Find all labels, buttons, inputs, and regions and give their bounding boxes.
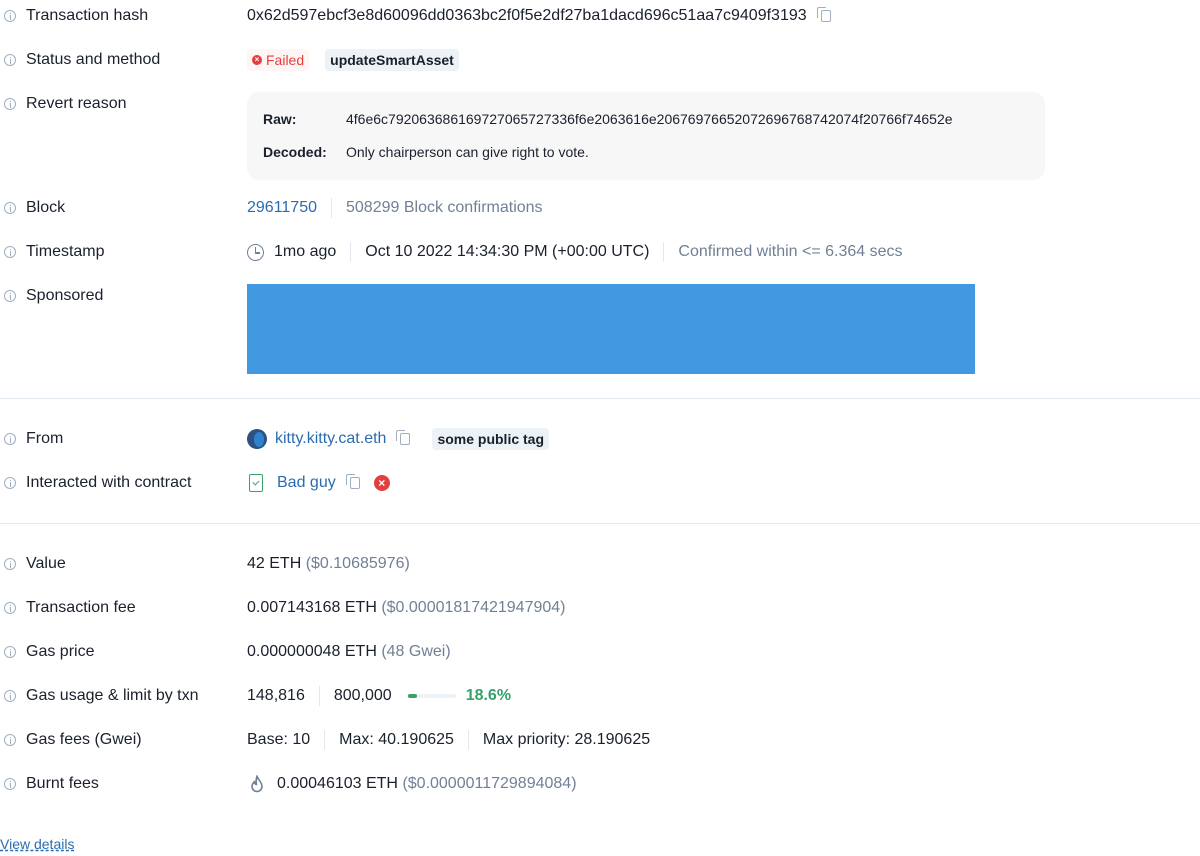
info-icon[interactable] [4,290,16,302]
info-icon[interactable] [4,558,16,570]
info-icon[interactable] [4,778,16,790]
divider [350,242,352,262]
error-icon: × [252,55,262,65]
info-icon[interactable] [4,646,16,658]
info-icon[interactable] [4,477,16,489]
gas-usage-percent: 18.6% [465,687,512,704]
label-timestamp: Timestamp [26,243,105,260]
gas-usage-progress-fill [407,694,417,698]
status-badge: × Failed [247,49,310,71]
gas-fee-priority: Max priority: 28.190625 [482,731,651,748]
value-usd: ($0.10685976) [305,555,410,572]
divider [324,730,326,750]
label-from: From [26,430,64,447]
revert-raw-line: Raw: 4f6e6c792063686169727065727336f6e20… [263,109,953,129]
revert-decoded-line: Decoded: Only chairperson can give right… [263,142,589,162]
label-burnt-fees: Burnt fees [26,775,99,792]
value-amount: 42 ETH [247,555,302,572]
gas-used: 148,816 [247,687,305,704]
divider [467,730,469,750]
info-icon[interactable] [4,10,16,22]
label-status-method: Status and method [26,51,161,68]
label-transaction-fee: Transaction fee [26,599,136,616]
gas-fee-base: Base: 10 [247,731,311,748]
ad-banner[interactable] [247,284,975,374]
info-icon[interactable] [4,433,16,445]
info-icon[interactable] [4,690,16,702]
transaction-hash-value: 0x62d597ebcf3e8d60096dd0363bc2f0f5e2df27… [247,7,807,24]
divider [663,242,665,262]
copy-icon[interactable] [345,474,360,489]
divider [318,686,320,706]
revert-reason-box: Raw: 4f6e6c792063686169727065727336f6e20… [247,92,1045,180]
from-address-link[interactable]: kitty.kitty.cat.eth [275,430,386,448]
contract-link[interactable]: Bad guy [277,474,336,492]
info-icon[interactable] [4,54,16,66]
method-tag: updateSmartAsset [325,49,459,71]
burnt-amount: 0.00046103 ETH [277,775,398,792]
label-sponsored: Sponsored [26,287,104,304]
info-icon[interactable] [4,202,16,214]
info-icon[interactable] [4,246,16,258]
gas-price-amount: 0.000000048 ETH [247,643,377,660]
fee-amount: 0.007143168 ETH [247,599,377,616]
view-details-link[interactable]: View details [0,836,74,852]
timestamp-confirmed: Confirmed within <= 6.364 secs [678,243,903,260]
fee-usd: ($0.00001817421947904) [381,599,566,616]
section-divider [0,523,1200,524]
error-icon: × [373,475,390,491]
divider [331,198,332,218]
label-contract: Interacted with contract [26,474,192,491]
clock-icon [247,243,264,261]
label-value: Value [26,555,66,572]
address-avatar [247,429,267,449]
gas-usage-progress [407,694,456,698]
public-tag: some public tag [432,428,550,450]
revert-raw-value: 4f6e6c792063686169727065727336f6e2063616… [346,111,953,127]
block-number-link[interactable]: 29611750 [247,199,317,217]
label-transaction-hash: Transaction hash [26,7,149,24]
section-divider [0,398,1200,399]
timestamp-relative: 1mo ago [274,243,337,260]
info-icon[interactable] [4,602,16,614]
label-revert-reason: Revert reason [26,95,127,112]
gas-limit: 800,000 [333,687,392,704]
info-icon[interactable] [4,98,16,110]
burnt-usd: ($0.0000011729894084) [402,775,577,792]
info-icon[interactable] [4,734,16,746]
label-block: Block [26,199,66,216]
timestamp-absolute: Oct 10 2022 14:34:30 PM (+00:00 UTC) [365,243,650,260]
revert-decoded-value: Only chairperson can give right to vote. [346,144,589,160]
gas-price-gwei: (48 Gwei) [381,643,451,660]
copy-icon[interactable] [396,430,411,445]
flame-icon [251,775,263,793]
verified-contract-icon [249,474,263,492]
label-gas-fees: Gas fees (Gwei) [26,731,142,748]
label-gas-price: Gas price [26,643,95,660]
revert-raw-key: Raw: [263,111,297,127]
label-gas-usage: Gas usage & limit by txn [26,687,199,704]
gas-fee-max: Max: 40.190625 [339,731,454,748]
copy-icon[interactable] [816,7,831,22]
block-confirmations: 508299 Block confirmations [346,199,543,216]
status-text: Failed [266,52,305,68]
revert-decoded-key: Decoded: [263,144,327,160]
